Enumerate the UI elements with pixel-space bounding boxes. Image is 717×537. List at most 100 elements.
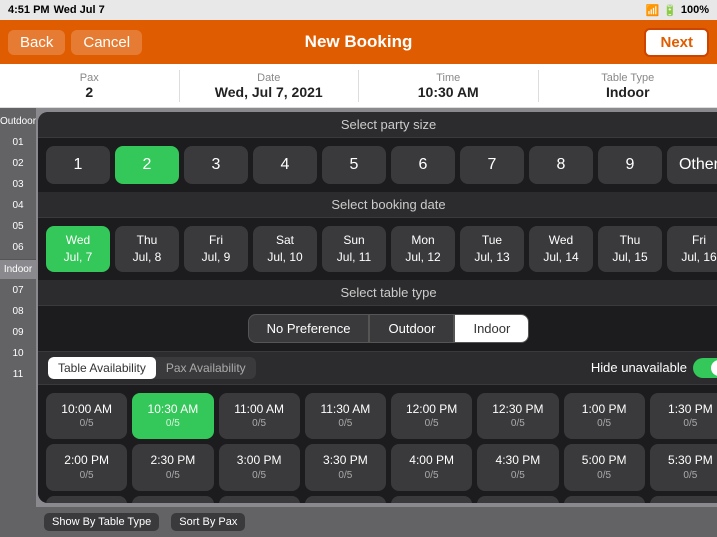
date-btn-3[interactable]: SatJul, 10 [253, 226, 317, 272]
date-btn-2[interactable]: FriJul, 9 [184, 226, 248, 272]
time-slot-10:00-am[interactable]: 10:00 AM0/5 [46, 393, 127, 440]
time-slot-12:30-pm[interactable]: 12:30 PM0/5 [477, 393, 558, 440]
party-size-btn-5[interactable]: 5 [322, 146, 386, 184]
date-btn-7[interactable]: WedJul, 14 [529, 226, 593, 272]
time-slot-3:00-pm[interactable]: 3:00 PM0/5 [219, 444, 300, 491]
table-type-btn-indoor[interactable]: Indoor [454, 314, 529, 343]
party-size-btn-4[interactable]: 4 [253, 146, 317, 184]
time-label: Time [363, 72, 534, 84]
table-type-col: Table Type Indoor [539, 70, 717, 102]
date-btn-5[interactable]: MonJul, 12 [391, 226, 455, 272]
time-slot-11:00-am[interactable]: 11:00 AM0/5 [219, 393, 300, 440]
row-06: 06 [10, 238, 25, 257]
time-slot-7:30-pm[interactable]: 7:30 PM0/5 [305, 496, 386, 503]
time-slot-5:30-pm[interactable]: 5:30 PM0/5 [650, 444, 717, 491]
time-slot-2:30-pm[interactable]: 2:30 PM0/5 [132, 444, 213, 491]
hide-unavailable-label: Hide unavailable [591, 360, 687, 375]
time-slots-grid: 10:00 AM0/510:30 AM0/511:00 AM0/511:30 A… [38, 385, 717, 503]
time-slot-6:00-pm[interactable]: 6:00 PM0/5 [46, 496, 127, 503]
status-date: Wed Jul 7 [54, 4, 105, 16]
info-bar: Pax 2 Date Wed, Jul 7, 2021 Time 10:30 A… [0, 64, 717, 108]
main-area: Select party size 123456789Other Select … [36, 108, 717, 537]
time-slot-1:00-pm[interactable]: 1:00 PM0/5 [564, 393, 645, 440]
time-slot-3:30-pm[interactable]: 3:30 PM0/5 [305, 444, 386, 491]
cancel-button[interactable]: Cancel [71, 30, 142, 55]
indoor-label: Indoor [0, 259, 36, 279]
date-grid: WedJul, 7ThuJul, 8FriJul, 9SatJul, 10Sun… [38, 218, 717, 280]
booking-date-header: Select booking date [38, 192, 717, 218]
row-02: 02 [10, 154, 25, 173]
nav-bar: Back Cancel New Booking Next [0, 20, 717, 64]
pax-value: 2 [4, 84, 175, 100]
row-03: 03 [10, 175, 25, 194]
time-tab-1[interactable]: Pax Availability [156, 357, 256, 379]
back-button[interactable]: Back [8, 30, 65, 55]
table-type-header: Select table type [38, 280, 717, 306]
table-type-btn-no-preference[interactable]: No Preference [248, 314, 370, 343]
party-size-btn-8[interactable]: 8 [529, 146, 593, 184]
time-slot-1:30-pm[interactable]: 1:30 PM0/5 [650, 393, 717, 440]
time-slot-9:30-pm[interactable]: 9:30 PM0/5 [650, 496, 717, 503]
toggle-knob [711, 360, 717, 376]
time-value: 10:30 AM [363, 84, 534, 100]
time-slot-6:30-pm[interactable]: 6:30 PM0/5 [132, 496, 213, 503]
date-btn-1[interactable]: ThuJul, 8 [115, 226, 179, 272]
row-09: 09 [10, 323, 25, 342]
row-01: 01 [10, 133, 25, 152]
table-type-label: Table Type [543, 72, 714, 84]
party-size-btn-9[interactable]: 9 [598, 146, 662, 184]
hide-unavailable-toggle[interactable] [693, 358, 717, 378]
time-slot-12:00-pm[interactable]: 12:00 PM0/5 [391, 393, 472, 440]
time-tabs: Table AvailabilityPax Availability [48, 357, 256, 379]
main-content: Outdoor 01 02 03 04 05 06 Indoor 07 08 0… [0, 108, 717, 537]
time-tab-0[interactable]: Table Availability [48, 357, 156, 379]
date-btn-0[interactable]: WedJul, 7 [46, 226, 110, 272]
party-size-header: Select party size [38, 112, 717, 138]
pax-label: Pax [4, 72, 175, 84]
time-slot-2:00-pm[interactable]: 2:00 PM0/5 [46, 444, 127, 491]
outdoor-label: Outdoor [0, 112, 38, 131]
status-time: 4:51 PM [8, 4, 50, 16]
date-col: Date Wed, Jul 7, 2021 [180, 70, 360, 102]
pax-col: Pax 2 [0, 70, 180, 102]
time-slot-4:30-pm[interactable]: 4:30 PM0/5 [477, 444, 558, 491]
hide-unavailable-group: Hide unavailable [591, 358, 717, 378]
time-slot-8:00-pm[interactable]: 8:00 PM0/5 [391, 496, 472, 503]
date-btn-6[interactable]: TueJul, 13 [460, 226, 524, 272]
time-slot-8:30-pm[interactable]: 8:30 PM0/5 [477, 496, 558, 503]
battery-percent: 100% [681, 4, 709, 16]
next-button[interactable]: Next [644, 28, 709, 57]
row-04: 04 [10, 196, 25, 215]
time-col: Time 10:30 AM [359, 70, 539, 102]
status-bar: 4:51 PM Wed Jul 7 📶 🔋 100% [0, 0, 717, 20]
time-slot-9:00-pm[interactable]: 9:00 PM0/5 [564, 496, 645, 503]
date-label: Date [184, 72, 355, 84]
show-by-table-type-button[interactable]: Show By Table Type [44, 513, 159, 531]
party-size-btn-2[interactable]: 2 [115, 146, 179, 184]
party-size-btn-other[interactable]: Other [667, 146, 717, 184]
time-slot-header: Table AvailabilityPax Availability Hide … [38, 351, 717, 385]
bottom-bar: Show By Table Type Sort By Pax [36, 507, 717, 537]
date-btn-9[interactable]: FriJul, 16 [667, 226, 717, 272]
date-btn-4[interactable]: SunJul, 11 [322, 226, 386, 272]
party-size-btn-1[interactable]: 1 [46, 146, 110, 184]
table-type-row: No PreferenceOutdoorIndoor [38, 306, 717, 351]
table-type-value: Indoor [543, 84, 714, 100]
party-size-btn-3[interactable]: 3 [184, 146, 248, 184]
date-btn-8[interactable]: ThuJul, 15 [598, 226, 662, 272]
time-slot-11:30-am[interactable]: 11:30 AM0/5 [305, 393, 386, 440]
table-type-btn-outdoor[interactable]: Outdoor [369, 314, 454, 343]
sidebar: Outdoor 01 02 03 04 05 06 Indoor 07 08 0… [0, 108, 36, 537]
party-size-btn-6[interactable]: 6 [391, 146, 455, 184]
wifi-icon: 📶 [645, 4, 659, 17]
time-slot-5:00-pm[interactable]: 5:00 PM0/5 [564, 444, 645, 491]
party-size-btn-7[interactable]: 7 [460, 146, 524, 184]
time-slot-7:00-pm[interactable]: 7:00 PM0/5 [219, 496, 300, 503]
booking-modal: Select party size 123456789Other Select … [38, 112, 717, 503]
nav-title: New Booking [305, 32, 413, 52]
time-slot-10:30-am[interactable]: 10:30 AM0/5 [132, 393, 213, 440]
row-10: 10 [10, 344, 25, 363]
sort-by-pax-button[interactable]: Sort By Pax [171, 513, 245, 531]
time-slot-4:00-pm[interactable]: 4:00 PM0/5 [391, 444, 472, 491]
row-11: 11 [11, 365, 25, 384]
